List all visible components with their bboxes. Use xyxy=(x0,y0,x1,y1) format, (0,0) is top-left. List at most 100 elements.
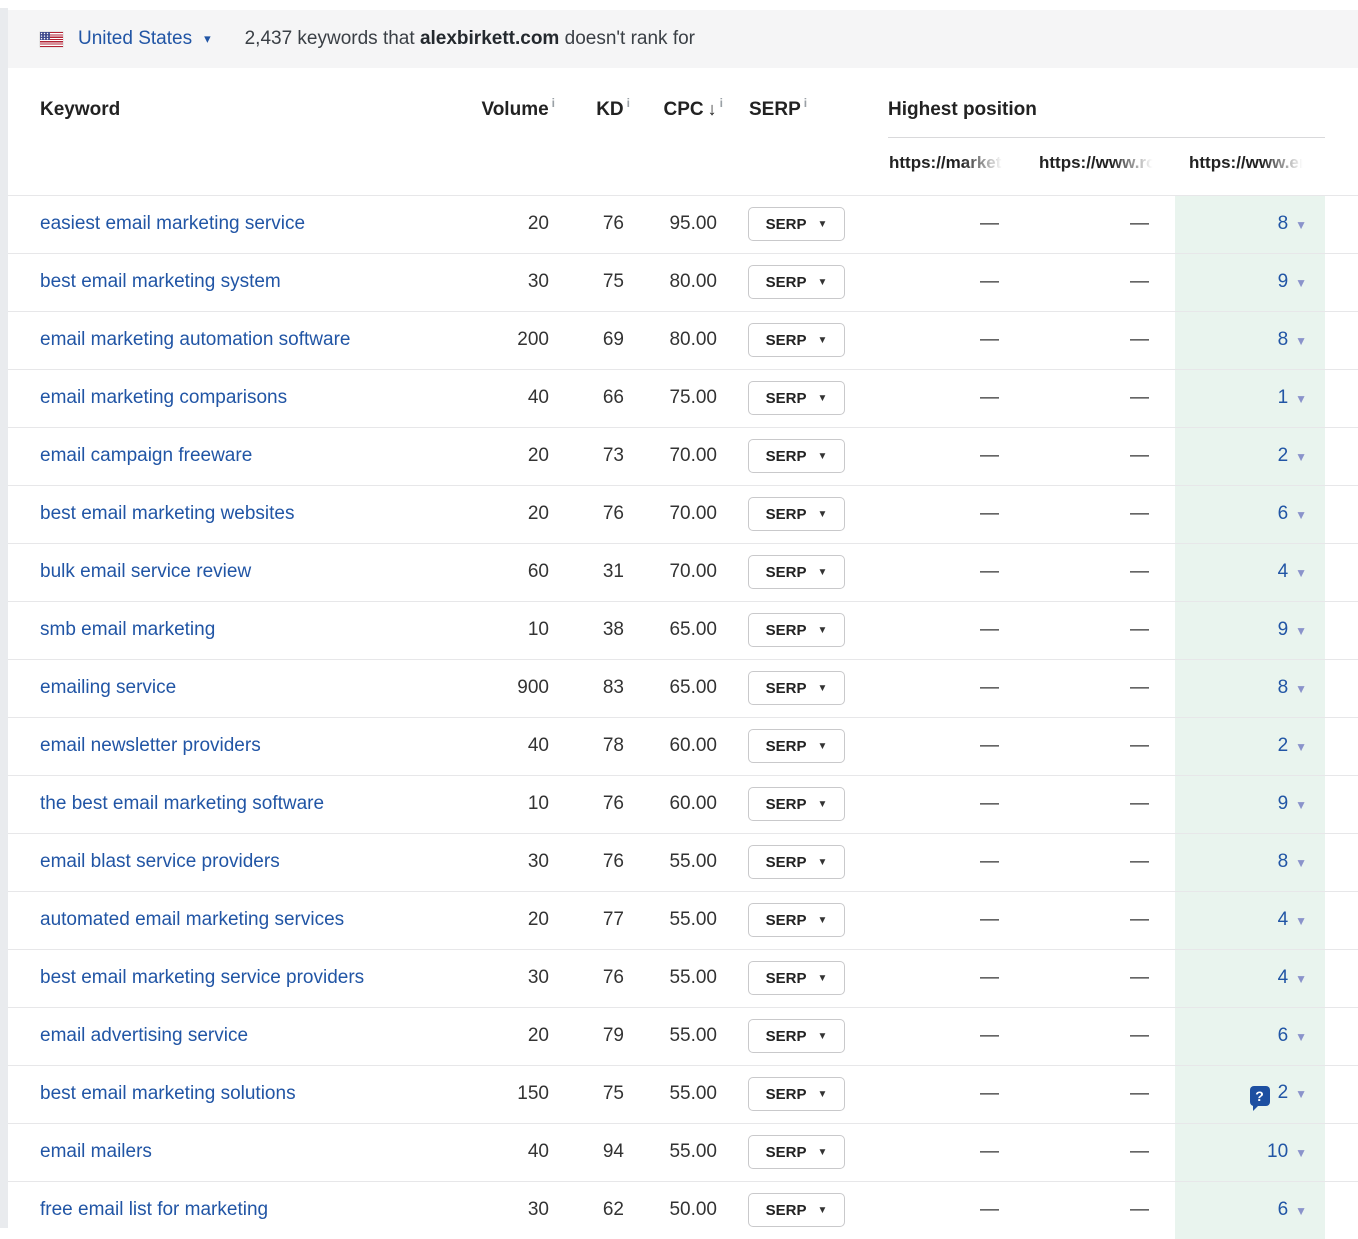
serp-dropdown-button[interactable]: SERP ▼ xyxy=(748,1135,845,1169)
position-dropdown[interactable]: 9 ▼ xyxy=(1278,793,1307,814)
keyword-link[interactable]: easiest email marketing service xyxy=(40,213,305,234)
question-bubble-icon[interactable]: ? xyxy=(1249,1086,1270,1111)
keyword-link[interactable]: automated email marketing services xyxy=(40,909,344,930)
kd-cell: 76 xyxy=(579,484,654,543)
info-icon[interactable]: i xyxy=(627,96,630,110)
column-header-competitor-url-1[interactable]: https://marketi xyxy=(875,138,1025,195)
serp-dropdown-button[interactable]: SERP ▼ xyxy=(748,497,845,531)
serp-dropdown-button[interactable]: SERP ▼ xyxy=(748,381,845,415)
info-icon[interactable]: i xyxy=(720,96,723,110)
position-cell-competitor-3: ? 2▼ xyxy=(1175,1064,1326,1123)
column-header-cpc[interactable]: CPC ↓ i xyxy=(654,68,747,138)
cpc-cell: 55.00 xyxy=(654,1006,747,1065)
keyword-link[interactable]: bulk email service review xyxy=(40,561,251,582)
keyword-link[interactable]: emailing service xyxy=(40,677,176,698)
position-dropdown[interactable]: 4 ▼ xyxy=(1278,967,1307,988)
position-dropdown[interactable]: 2 ▼ xyxy=(1278,1082,1307,1103)
serp-dropdown-button[interactable]: SERP ▼ xyxy=(748,613,845,647)
column-header-keyword[interactable]: Keyword xyxy=(8,68,469,138)
keyword-link[interactable]: the best email marketing software xyxy=(40,793,324,814)
position-dropdown[interactable]: 8 ▼ xyxy=(1278,329,1307,350)
serp-dropdown-button[interactable]: SERP ▼ xyxy=(748,1019,845,1053)
position-dropdown[interactable]: 6 ▼ xyxy=(1278,1025,1307,1046)
keyword-link[interactable]: email advertising service xyxy=(40,1025,248,1046)
column-header-kd[interactable]: KD i xyxy=(579,68,654,138)
position-dropdown[interactable]: 1 ▼ xyxy=(1278,387,1307,408)
kd-cell: 75 xyxy=(579,1064,654,1123)
chevron-down-icon: ▼ xyxy=(1295,972,1308,986)
chevron-down-icon: ▼ xyxy=(817,392,828,404)
info-icon[interactable]: i xyxy=(552,96,555,110)
keyword-link[interactable]: email marketing automation software xyxy=(40,329,350,350)
keyword-link[interactable]: email blast service providers xyxy=(40,851,280,872)
position-dropdown[interactable]: 9 ▼ xyxy=(1278,619,1307,640)
serp-dropdown-button[interactable]: SERP ▼ xyxy=(748,323,845,357)
volume-cell: 10 xyxy=(469,600,579,659)
serp-dropdown-button[interactable]: SERP ▼ xyxy=(748,903,845,937)
position-dropdown[interactable]: 6 ▼ xyxy=(1278,1199,1307,1220)
table-row: free email list for marketing 30 62 50.0… xyxy=(8,1180,1358,1239)
position-dropdown[interactable]: 4 ▼ xyxy=(1278,561,1307,582)
serp-dropdown-button[interactable]: SERP ▼ xyxy=(748,555,845,589)
position-cell-competitor-3: ?8▼ xyxy=(1175,310,1326,369)
serp-dropdown-button[interactable]: SERP ▼ xyxy=(748,265,845,299)
table-row: easiest email marketing service 20 76 95… xyxy=(8,194,1358,253)
table-row: email marketing comparisons 40 66 75.00 … xyxy=(8,368,1358,427)
serp-dropdown-button[interactable]: SERP ▼ xyxy=(748,1193,845,1228)
country-filter-bar: United States ▾ 2,437 keywords that alex… xyxy=(8,10,1358,68)
keyword-link[interactable]: smb email marketing xyxy=(40,619,215,640)
serp-dropdown-button[interactable]: SERP ▼ xyxy=(748,961,845,995)
volume-cell: 40 xyxy=(469,1122,579,1181)
position-dropdown[interactable]: 9 ▼ xyxy=(1278,271,1307,292)
keyword-link[interactable]: email campaign freeware xyxy=(40,445,252,466)
keyword-link[interactable]: email newsletter providers xyxy=(40,735,261,756)
cpc-cell: 70.00 xyxy=(654,542,747,601)
spacer-column xyxy=(1325,1064,1358,1123)
chevron-down-icon: ▾ xyxy=(204,31,211,46)
position-cell-competitor-3: ?4▼ xyxy=(1175,948,1326,1007)
position-dropdown[interactable]: 10 ▼ xyxy=(1267,1141,1307,1162)
info-icon[interactable]: i xyxy=(804,96,807,110)
keyword-link[interactable]: best email marketing service providers xyxy=(40,967,364,988)
position-cell-competitor-1: — xyxy=(875,310,1025,369)
country-selector[interactable]: United States ▾ xyxy=(40,28,211,50)
keyword-link[interactable]: email mailers xyxy=(40,1141,152,1162)
serp-dropdown-button[interactable]: SERP ▼ xyxy=(748,207,845,241)
keyword-link[interactable]: best email marketing solutions xyxy=(40,1083,296,1104)
keyword-link[interactable]: free email list for marketing xyxy=(40,1199,268,1220)
keyword-link[interactable]: best email marketing system xyxy=(40,271,281,292)
country-label: United States xyxy=(78,28,193,49)
chevron-down-icon: ▼ xyxy=(1295,740,1308,754)
serp-dropdown-button[interactable]: SERP ▼ xyxy=(748,787,845,821)
position-dropdown[interactable]: 8 ▼ xyxy=(1278,677,1307,698)
position-dropdown[interactable]: 2 ▼ xyxy=(1278,445,1307,466)
column-header-competitor-url-2[interactable]: https://www.ro xyxy=(1025,138,1175,195)
keyword-link[interactable]: email marketing comparisons xyxy=(40,387,287,408)
chevron-down-icon: ▼ xyxy=(817,972,828,984)
kd-cell: 31 xyxy=(579,542,654,601)
position-dropdown[interactable]: 2 ▼ xyxy=(1278,735,1307,756)
volume-cell: 900 xyxy=(469,658,579,717)
kd-cell: 69 xyxy=(579,310,654,369)
serp-dropdown-button[interactable]: SERP ▼ xyxy=(748,845,845,879)
serp-dropdown-button[interactable]: SERP ▼ xyxy=(748,1077,845,1111)
serp-dropdown-button[interactable]: SERP ▼ xyxy=(748,729,845,763)
chevron-down-icon: ▼ xyxy=(817,624,828,636)
kd-cell: 76 xyxy=(579,832,654,891)
keyword-link[interactable]: best email marketing websites xyxy=(40,503,295,524)
position-dropdown[interactable]: 6 ▼ xyxy=(1278,503,1307,524)
position-cell-competitor-3: ?9▼ xyxy=(1175,600,1326,659)
spacer-column xyxy=(1325,890,1358,949)
position-dropdown[interactable]: 8 ▼ xyxy=(1278,851,1307,872)
table-row: best email marketing solutions 150 75 55… xyxy=(8,1064,1358,1123)
column-header-volume[interactable]: Volume i xyxy=(469,68,579,138)
serp-dropdown-button[interactable]: SERP ▼ xyxy=(748,671,845,705)
chevron-down-icon: ▼ xyxy=(817,856,828,868)
position-dropdown[interactable]: 4 ▼ xyxy=(1278,909,1307,930)
serp-dropdown-button[interactable]: SERP ▼ xyxy=(748,439,845,473)
column-header-competitor-url-3[interactable]: https://www.er xyxy=(1175,138,1325,195)
spacer-column xyxy=(1325,426,1358,485)
position-dropdown[interactable]: 8 ▼ xyxy=(1278,213,1307,234)
volume-cell: 20 xyxy=(469,1006,579,1065)
cpc-cell: 95.00 xyxy=(654,194,747,253)
